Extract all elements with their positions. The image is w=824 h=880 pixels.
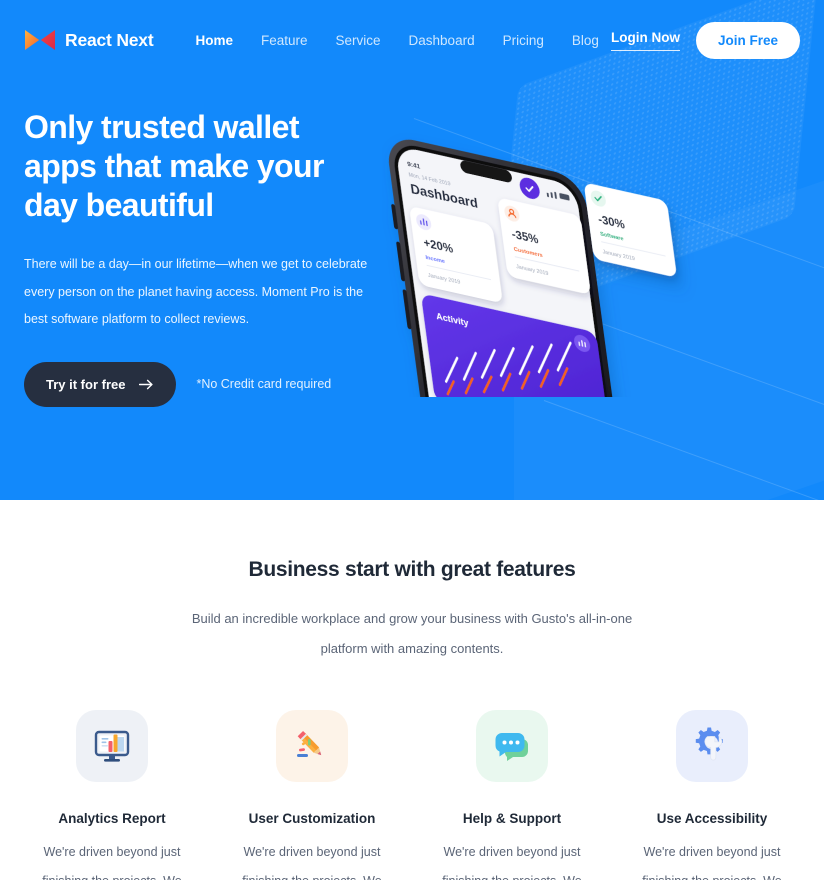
- join-free-button[interactable]: Join Free: [695, 21, 800, 59]
- nav-link-service[interactable]: Service: [336, 33, 381, 48]
- hero-title-line-1: Only trusted wallet: [24, 109, 299, 145]
- hero-title-line-3: day beautiful: [24, 187, 214, 223]
- chat-bubble-icon: [476, 710, 548, 782]
- try-it-for-free-button[interactable]: Try it for free: [24, 361, 177, 407]
- feature-description: We're driven beyond just finishing the p…: [242, 845, 381, 880]
- deco-line: [543, 400, 824, 500]
- feature-description: We're driven beyond just finishing the p…: [642, 845, 781, 880]
- nav-actions: Login Now Join Free: [610, 21, 800, 59]
- main-navbar: React Next Home Feature Service Dashboar…: [0, 0, 824, 80]
- nav-link-pricing[interactable]: Pricing: [503, 33, 544, 48]
- try-button-label: Try it for free: [46, 376, 126, 392]
- nav-link-blog[interactable]: Blog: [572, 33, 599, 48]
- arrow-right-icon: [139, 379, 154, 389]
- hero-title-line-2: apps that make your: [24, 148, 324, 184]
- features-subheading: Build an incredible workplace and grow y…: [191, 611, 633, 656]
- features-heading: Business start with great features: [248, 558, 576, 581]
- feature-card-analytics-report[interactable]: Analytics Report We're driven beyond jus…: [12, 710, 212, 880]
- feature-card-use-accessibility[interactable]: Use Accessibility We're driven beyond ju…: [612, 710, 812, 880]
- hero-title: Only trusted wallet apps that make your …: [24, 108, 364, 225]
- features-grid: Analytics Report We're driven beyond jus…: [0, 710, 824, 880]
- landing-page: React Next Home Feature Service Dashboar…: [0, 0, 824, 880]
- pencil-icon: [276, 710, 348, 782]
- feature-description: We're driven beyond just finishing the p…: [42, 845, 181, 880]
- hero-subtitle: There will be a day—in our lifetime—when…: [24, 257, 368, 326]
- nav-links: Home Feature Service Dashboard Pricing B…: [195, 33, 598, 48]
- login-now-link[interactable]: Login Now: [610, 30, 680, 51]
- feature-title: Analytics Report: [58, 811, 166, 826]
- no-credit-card-note: *No Credit card required: [196, 377, 332, 391]
- feature-description: We're driven beyond just finishing the p…: [442, 845, 581, 880]
- monitor-chart-icon: [76, 710, 148, 782]
- feature-title: Use Accessibility: [656, 811, 768, 826]
- hero-section: React Next Home Feature Service Dashboar…: [0, 0, 824, 500]
- feature-card-user-customization[interactable]: User Customization We're driven beyond j…: [212, 710, 412, 880]
- phone-mockup-illustration: 9:41 Mon, 14 Feb 2019 Dashboard +20% Inc…: [388, 139, 676, 500]
- phone-mockup: 9:41 Mon, 14 Feb 2019 Dashboard +20% Inc…: [382, 132, 822, 500]
- nav-link-dashboard[interactable]: Dashboard: [409, 33, 475, 48]
- bowtie-logo-icon: [25, 30, 55, 50]
- brand-name: React Next: [65, 29, 154, 50]
- brand-logo[interactable]: React Next: [24, 29, 154, 51]
- gear-wrench-icon: [676, 710, 748, 782]
- nav-link-home[interactable]: Home: [195, 33, 233, 48]
- nav-link-feature[interactable]: Feature: [261, 33, 308, 48]
- features-section: Business start with great features Build…: [0, 500, 824, 880]
- feature-title: Help & Support: [462, 811, 562, 826]
- feature-title: User Customization: [248, 811, 376, 826]
- feature-card-help-support[interactable]: Help & Support We're driven beyond just …: [412, 710, 612, 880]
